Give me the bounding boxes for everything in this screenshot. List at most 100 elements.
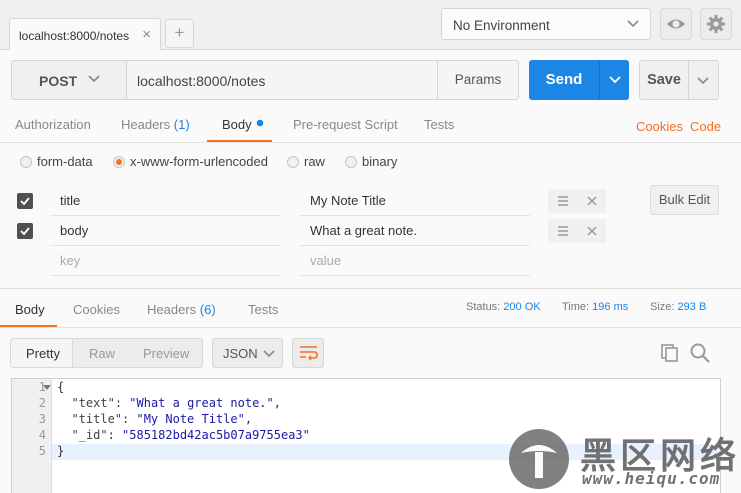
fold-arrow-icon[interactable] (43, 385, 51, 391)
params-button[interactable]: Params (437, 60, 519, 100)
watermark: 黑区网络 www.heiqu.com (505, 425, 741, 493)
key-input[interactable]: title (50, 186, 280, 216)
value-input[interactable]: My Note Title (300, 186, 530, 216)
bulk-edit-button[interactable]: Bulk Edit (650, 185, 719, 215)
key-input[interactable]: key (50, 246, 280, 276)
add-tab-button[interactable]: + (165, 19, 194, 48)
checkmark-icon (20, 227, 30, 236)
tab-tests[interactable]: Tests (424, 117, 454, 132)
row-checkbox[interactable] (17, 193, 33, 209)
line-number: 3 (38, 412, 46, 426)
chevron-down-icon (697, 77, 709, 85)
time-meta: Time: 196 ms (562, 301, 628, 313)
tab-label: Body (222, 117, 252, 132)
environment-select[interactable]: No Environment (441, 8, 651, 40)
top-tab-bar: localhost:8000/notes × + No Environment (0, 0, 741, 50)
modified-dot-icon (256, 119, 263, 127)
code-link[interactable]: Code (690, 119, 721, 134)
form-row: body What a great note. (0, 216, 741, 246)
response-tab-cookies[interactable]: Cookies (73, 302, 120, 317)
time-value: 196 ms (592, 301, 629, 313)
view-preview[interactable]: Preview (143, 346, 189, 361)
format-label: JSON (223, 346, 258, 361)
format-select[interactable]: JSON (212, 338, 283, 368)
size-value: 293 B (677, 301, 707, 313)
size-meta: Size: 293 B (650, 301, 706, 313)
send-dropdown-button[interactable] (599, 60, 629, 100)
value-input[interactable]: value (300, 246, 530, 276)
method-select[interactable]: POST (11, 60, 126, 100)
tab-label: Cookies (73, 302, 120, 317)
send-button[interactable]: Send (529, 60, 599, 100)
watermark-url: www.heiqu.com (582, 469, 721, 488)
tab-label: Headers (147, 302, 197, 317)
chevron-down-icon (627, 20, 639, 28)
row-checkbox[interactable] (17, 223, 33, 239)
row-actions (548, 219, 606, 243)
line-number: 1 (38, 380, 46, 394)
status-meta: Status: 200 OK (466, 301, 541, 313)
radio-circle (287, 156, 299, 168)
divider (0, 288, 741, 289)
json-key: "_id" (71, 428, 108, 442)
form-row-new: key value (0, 246, 741, 276)
line-number: 5 (38, 444, 46, 458)
copy-icon[interactable] (660, 343, 680, 363)
radio-label: binary (362, 154, 398, 169)
cookies-link[interactable]: Cookies (636, 119, 683, 134)
divider (0, 327, 741, 328)
tab-authorization[interactable]: Authorization (15, 117, 91, 132)
radio-label: form-data (37, 154, 93, 169)
value-input[interactable]: What a great note. (300, 216, 530, 246)
delete-row-icon[interactable] (586, 195, 598, 207)
code-line: "title": "My Note Title", (71, 412, 253, 426)
response-tab-headers[interactable]: Headers (6) (147, 302, 216, 317)
view-raw[interactable]: Raw (89, 346, 115, 361)
url-input[interactable]: localhost:8000/notes (126, 60, 438, 100)
watermark-logo (509, 429, 569, 489)
line-number: 2 (38, 396, 46, 410)
eye-button[interactable] (660, 8, 692, 40)
code-line: "text": "What a great note.", (71, 396, 281, 410)
tab-count: (6) (199, 302, 216, 317)
tab-headers[interactable]: Headers (1) (121, 117, 190, 132)
delete-row-icon[interactable] (586, 225, 598, 237)
size-label: Size: (650, 301, 675, 313)
chevron-down-icon (263, 350, 275, 358)
line-number: 4 (38, 428, 46, 442)
response-tab-tests[interactable]: Tests (248, 302, 278, 317)
divider (0, 142, 741, 143)
wrap-lines-button[interactable] (292, 338, 324, 368)
wrap-icon (300, 346, 318, 361)
checkmark-icon (20, 197, 30, 206)
form-row: title My Note Title (0, 186, 741, 216)
settings-button[interactable] (700, 8, 732, 40)
json-value: "585182bd42ac5b07a9755ea3" (122, 428, 310, 442)
request-tab[interactable]: localhost:8000/notes × (9, 18, 161, 50)
response-tab-body[interactable]: Body (15, 302, 45, 317)
save-button[interactable]: Save (639, 60, 689, 100)
drag-handle-icon[interactable] (557, 225, 569, 237)
drag-handle-icon[interactable] (557, 195, 569, 207)
tab-label: Pre-request Script (293, 117, 398, 132)
save-dropdown-button[interactable] (689, 60, 719, 100)
key-input[interactable]: body (50, 216, 280, 246)
chevron-down-icon (88, 75, 100, 83)
search-icon[interactable] (689, 342, 711, 364)
radio-label: x-www-form-urlencoded (130, 154, 268, 169)
radio-circle (345, 156, 357, 168)
gear-icon (707, 15, 725, 33)
tab-label: Authorization (15, 117, 91, 132)
code-line: } (57, 444, 65, 458)
view-mode-group: Pretty Raw Preview (10, 338, 203, 368)
row-actions (548, 189, 606, 213)
close-icon[interactable]: × (142, 26, 151, 43)
tab-label: Tests (248, 302, 279, 317)
postman-window: localhost:8000/notes × + No Environment (0, 0, 741, 493)
radio-label: raw (304, 154, 325, 169)
tab-body[interactable]: Body (222, 117, 266, 132)
tab-pre-request-script[interactable]: Pre-request Script (293, 117, 398, 132)
code-line: { (57, 380, 65, 394)
code-line: "_id": "585182bd42ac5b07a9755ea3" (71, 428, 310, 442)
view-pretty[interactable]: Pretty (26, 346, 60, 361)
